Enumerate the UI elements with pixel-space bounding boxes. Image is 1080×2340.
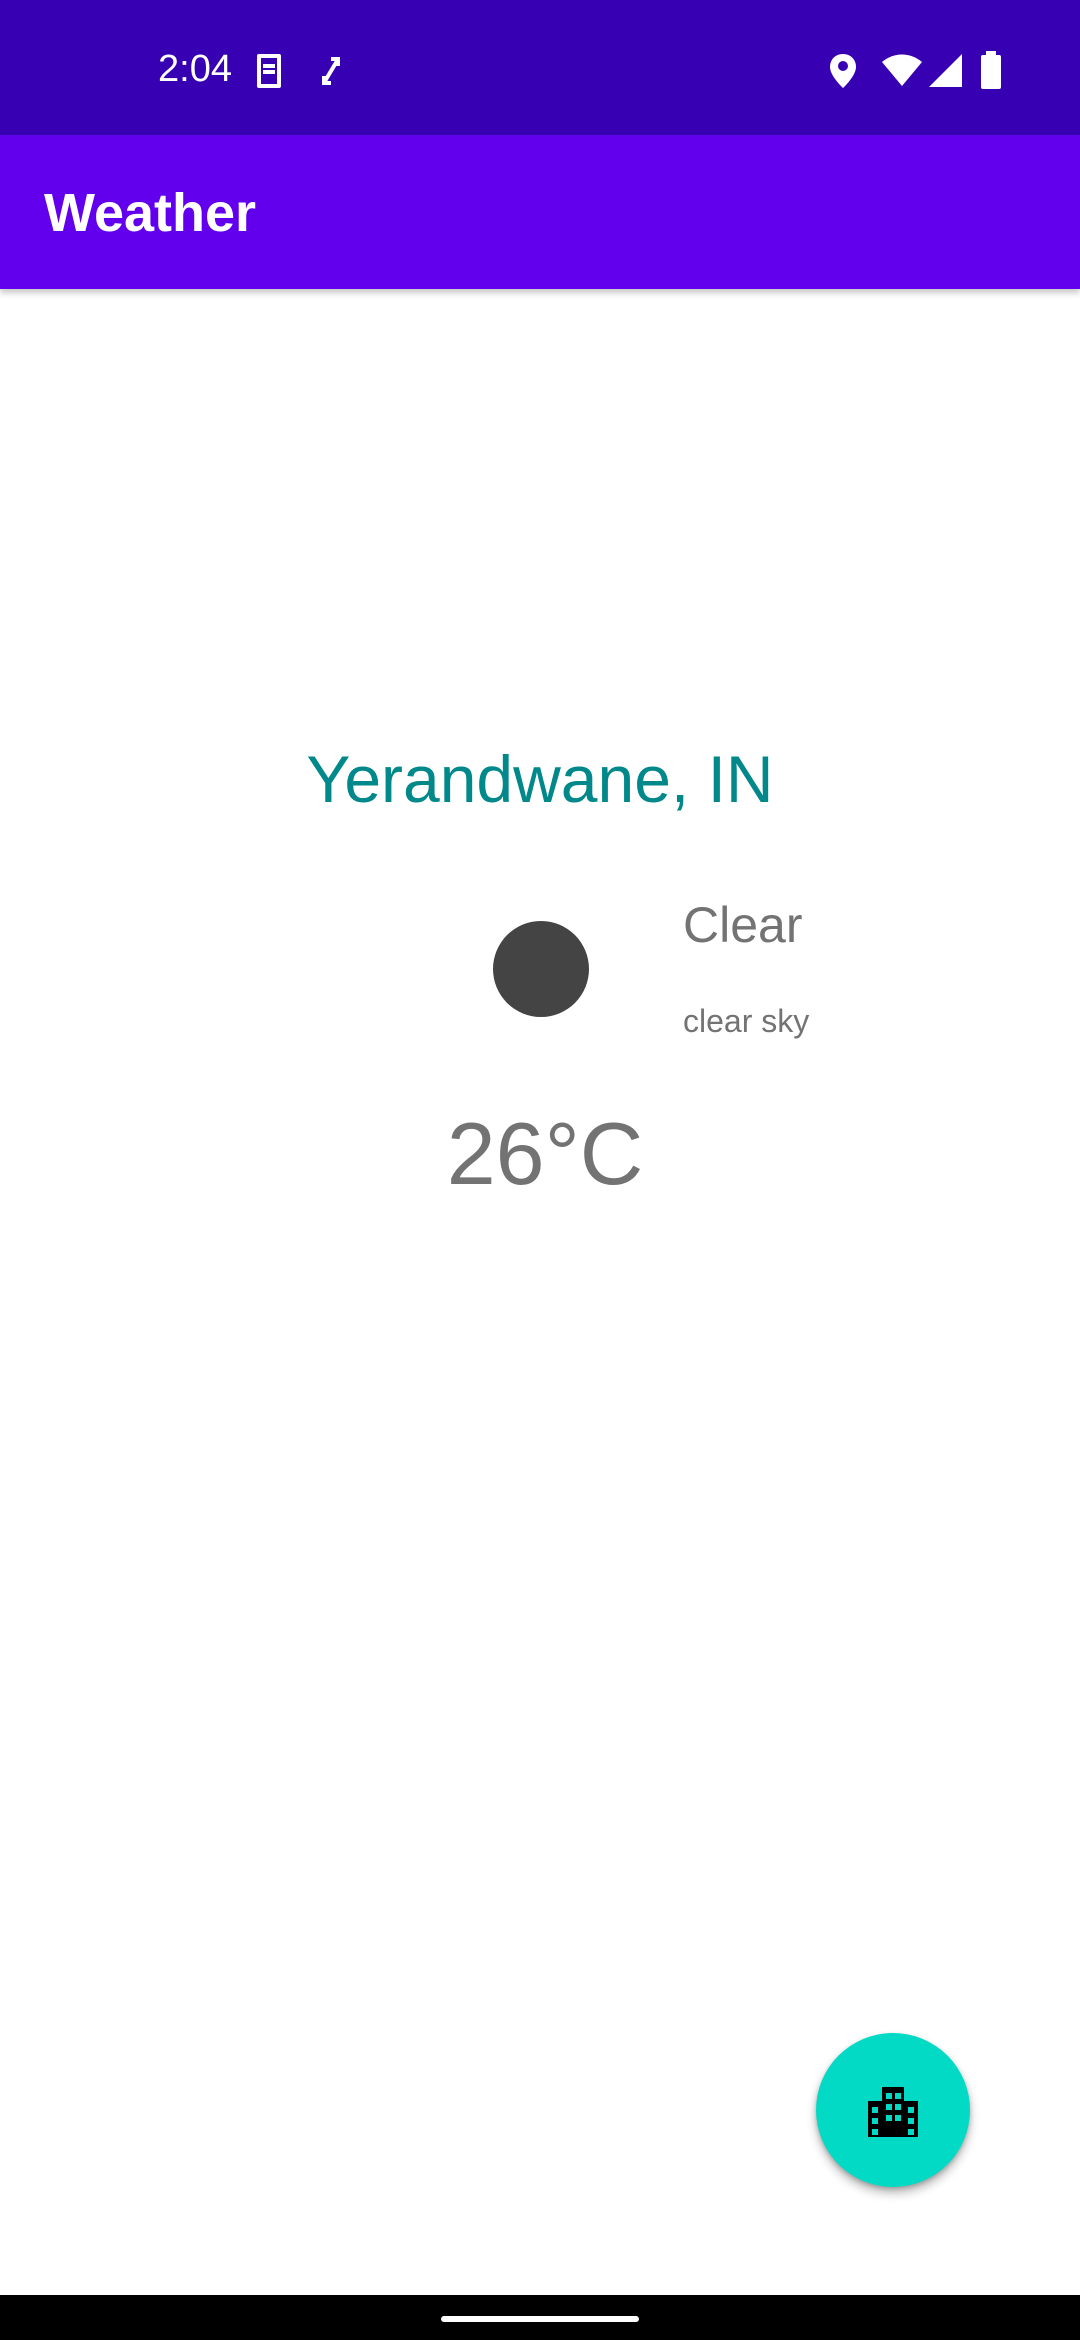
weather-description: clear sky	[683, 1003, 810, 1039]
weather-content: Yerandwane, IN Clear clear sky 26°C	[0, 289, 1080, 2295]
sim-toolkit-icon	[257, 54, 281, 88]
change-city-button[interactable]	[816, 2033, 970, 2187]
home-handle[interactable]	[441, 2316, 639, 2322]
navigation-bar	[0, 2295, 1080, 2340]
signal-icon	[929, 54, 962, 87]
weather-main: Clear	[683, 897, 803, 953]
city-name: Yerandwane, IN	[306, 742, 774, 816]
battery-icon	[981, 51, 1001, 89]
app-bar: Weather	[0, 135, 1080, 289]
status-bar: 2:04	[0, 0, 1080, 135]
wifi-icon	[882, 54, 922, 86]
app-title: Weather	[44, 183, 257, 243]
city-icon	[868, 2087, 918, 2137]
status-time: 2:04	[158, 48, 232, 90]
weather-condition-icon	[493, 921, 589, 1017]
sync-arrows-icon	[322, 57, 340, 85]
temperature: 26°C	[446, 1104, 644, 1203]
location-icon	[830, 54, 856, 88]
